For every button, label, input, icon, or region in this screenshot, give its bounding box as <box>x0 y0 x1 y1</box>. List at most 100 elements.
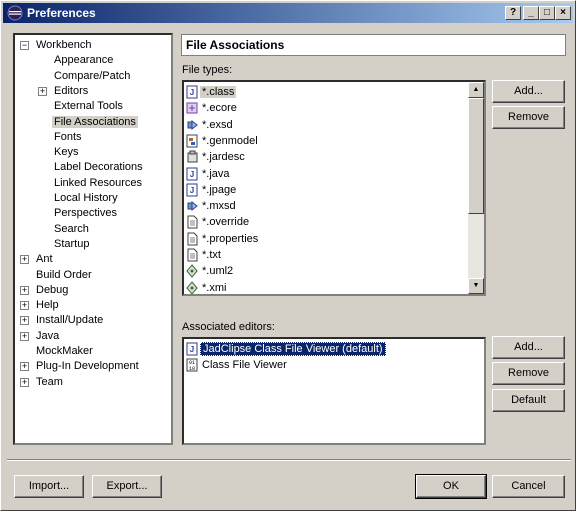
remove-file-type-button[interactable]: Remove <box>492 106 565 129</box>
plugin-icon <box>186 199 198 213</box>
associated-editors-label: Associated editors: <box>182 321 275 333</box>
tree-item-label: Perspectives <box>54 207 117 220</box>
help-button[interactable]: ? <box>505 6 521 20</box>
expand-icon[interactable]: + <box>20 362 29 372</box>
close-button[interactable]: × <box>555 6 571 20</box>
tree-item-external-tools[interactable]: External Tools <box>52 99 125 114</box>
svg-text:J: J <box>190 345 194 354</box>
file-type-row[interactable]: *.ecore <box>186 100 239 116</box>
maximize-button[interactable]: □ <box>539 6 555 20</box>
tree-item-keys[interactable]: Keys <box>52 145 80 160</box>
svg-text:10: 10 <box>189 366 195 372</box>
file-type-name: *.exsd <box>202 118 233 131</box>
tree-item-ant[interactable]: Ant <box>34 252 55 267</box>
tree-item-debug[interactable]: Debug <box>34 283 70 298</box>
java-icon: J <box>186 342 198 356</box>
tree-item-search[interactable]: Search <box>52 222 91 237</box>
tree-item-label: Help <box>36 299 59 312</box>
cancel-button[interactable]: Cancel <box>492 475 565 498</box>
minimize-button[interactable]: _ <box>523 6 539 20</box>
file-type-row[interactable]: J *.jpage <box>186 182 238 198</box>
tree-item-label: Compare/Patch <box>54 69 131 82</box>
tree-item-build-order[interactable]: Build Order <box>34 268 94 283</box>
add-editor-button[interactable]: Add... <box>492 336 565 359</box>
import-button[interactable]: Import... <box>14 475 84 498</box>
java-icon: J <box>186 167 198 181</box>
expand-icon[interactable]: + <box>38 86 47 96</box>
add-file-type-button[interactable]: Add... <box>492 80 565 103</box>
tree-item-perspectives[interactable]: Perspectives <box>52 206 119 221</box>
tree-item-help[interactable]: Help <box>34 298 61 313</box>
file-type-row[interactable]: *.properties <box>186 231 260 247</box>
collapse-icon[interactable]: − <box>20 41 29 50</box>
tree-item-label: File Associations <box>52 115 138 128</box>
associated-editors-list[interactable]: J JadClipse Class File Viewer (default) 01… <box>182 337 486 445</box>
tree-item-appearance[interactable]: Appearance <box>52 53 115 68</box>
genmodel-icon <box>186 134 198 148</box>
tree-item-install-update[interactable]: Install/Update <box>34 313 105 328</box>
tree-item-label: Label Decorations <box>54 161 143 174</box>
remove-editor-button[interactable]: Remove <box>492 362 565 385</box>
tree-item-editors[interactable]: Editors <box>52 84 90 99</box>
file-type-name: *.override <box>202 216 250 229</box>
tree-item-compare-patch[interactable]: Compare/Patch <box>52 69 132 84</box>
tree-item-label: Debug <box>36 283 69 296</box>
default-editor-button[interactable]: Default <box>492 389 565 412</box>
file-types-list[interactable]: ▲ ▼ J *.class *.ecore *.exsd *.genmodel *.jar… <box>182 80 486 296</box>
tree-item-label-decorations[interactable]: Label Decorations <box>52 160 145 175</box>
title-bar[interactable]: Preferences ? _ □ × <box>3 3 573 23</box>
file-type-row[interactable]: *.xmi <box>186 280 228 294</box>
ok-button[interactable]: OK <box>415 474 487 499</box>
tree-item-java[interactable]: Java <box>34 329 61 344</box>
editor-row[interactable]: J JadClipse Class File Viewer (default) <box>186 341 386 357</box>
tree-item-plug-in-development[interactable]: Plug-In Development <box>34 359 141 374</box>
text-file-icon <box>186 232 198 246</box>
file-types-label: File types: <box>182 64 233 76</box>
tree-item-local-history[interactable]: Local History <box>52 191 120 206</box>
file-type-name: *.txt <box>202 249 221 261</box>
tree-item-workbench[interactable]: Workbench <box>34 38 93 53</box>
editor-row[interactable]: 01 10 Class File Viewer <box>186 357 289 373</box>
expand-icon[interactable]: + <box>20 301 29 311</box>
file-type-row[interactable]: J *.class <box>186 84 237 100</box>
tree-item-mockmaker[interactable]: MockMaker <box>34 344 95 359</box>
svg-text:J: J <box>190 186 194 195</box>
file-type-row[interactable]: *.override <box>186 214 251 230</box>
tree-item-label: Keys <box>54 146 79 159</box>
file-type-row[interactable]: *.jardesc <box>186 149 247 165</box>
file-type-row[interactable]: *.exsd <box>186 117 235 133</box>
scroll-up-icon[interactable]: ▲ <box>468 82 484 98</box>
expand-icon[interactable]: + <box>20 285 29 295</box>
tree-item-fonts[interactable]: Fonts <box>52 130 84 145</box>
export-button[interactable]: Export... <box>92 475 162 498</box>
expand-icon[interactable]: + <box>20 331 29 341</box>
tree-item-linked-resources[interactable]: Linked Resources <box>52 176 144 191</box>
expand-icon[interactable]: + <box>20 255 29 265</box>
scroll-thumb[interactable] <box>468 98 484 214</box>
scroll-down-icon[interactable]: ▼ <box>468 278 484 294</box>
tree-item-label: Team <box>36 375 63 388</box>
tree-item-label: Linked Resources <box>54 176 143 189</box>
file-type-name: *.genmodel <box>202 134 258 147</box>
tree-item-label: Search <box>54 222 89 235</box>
uml-icon <box>186 264 198 279</box>
file-type-name: *.properties <box>202 232 259 245</box>
file-type-row[interactable]: *.txt <box>186 247 223 263</box>
file-type-name: *.java <box>202 167 230 180</box>
expand-icon[interactable]: + <box>20 377 29 387</box>
file-type-row[interactable]: J *.java <box>186 166 232 182</box>
tree-item-file-associations[interactable]: File Associations <box>52 115 138 130</box>
tree-item-label: MockMaker <box>36 345 93 357</box>
file-type-row[interactable]: *.uml2 <box>186 263 235 279</box>
ecore-icon <box>186 101 198 115</box>
tree-item-startup[interactable]: Startup <box>52 237 91 252</box>
file-type-name: *.jardesc <box>202 151 245 164</box>
tree-item-label: Plug-In Development <box>36 360 139 373</box>
file-types-scrollbar[interactable]: ▲ ▼ <box>468 82 484 294</box>
file-type-row[interactable]: *.mxsd <box>186 198 238 214</box>
file-type-row[interactable]: *.genmodel <box>186 133 260 149</box>
tree-item-team[interactable]: Team <box>34 375 65 390</box>
tree-item-label: Install/Update <box>36 314 104 327</box>
expand-icon[interactable]: + <box>20 316 29 326</box>
preferences-tree[interactable]: Workbench − Appearance Compare/Patch Editors… <box>13 33 173 445</box>
